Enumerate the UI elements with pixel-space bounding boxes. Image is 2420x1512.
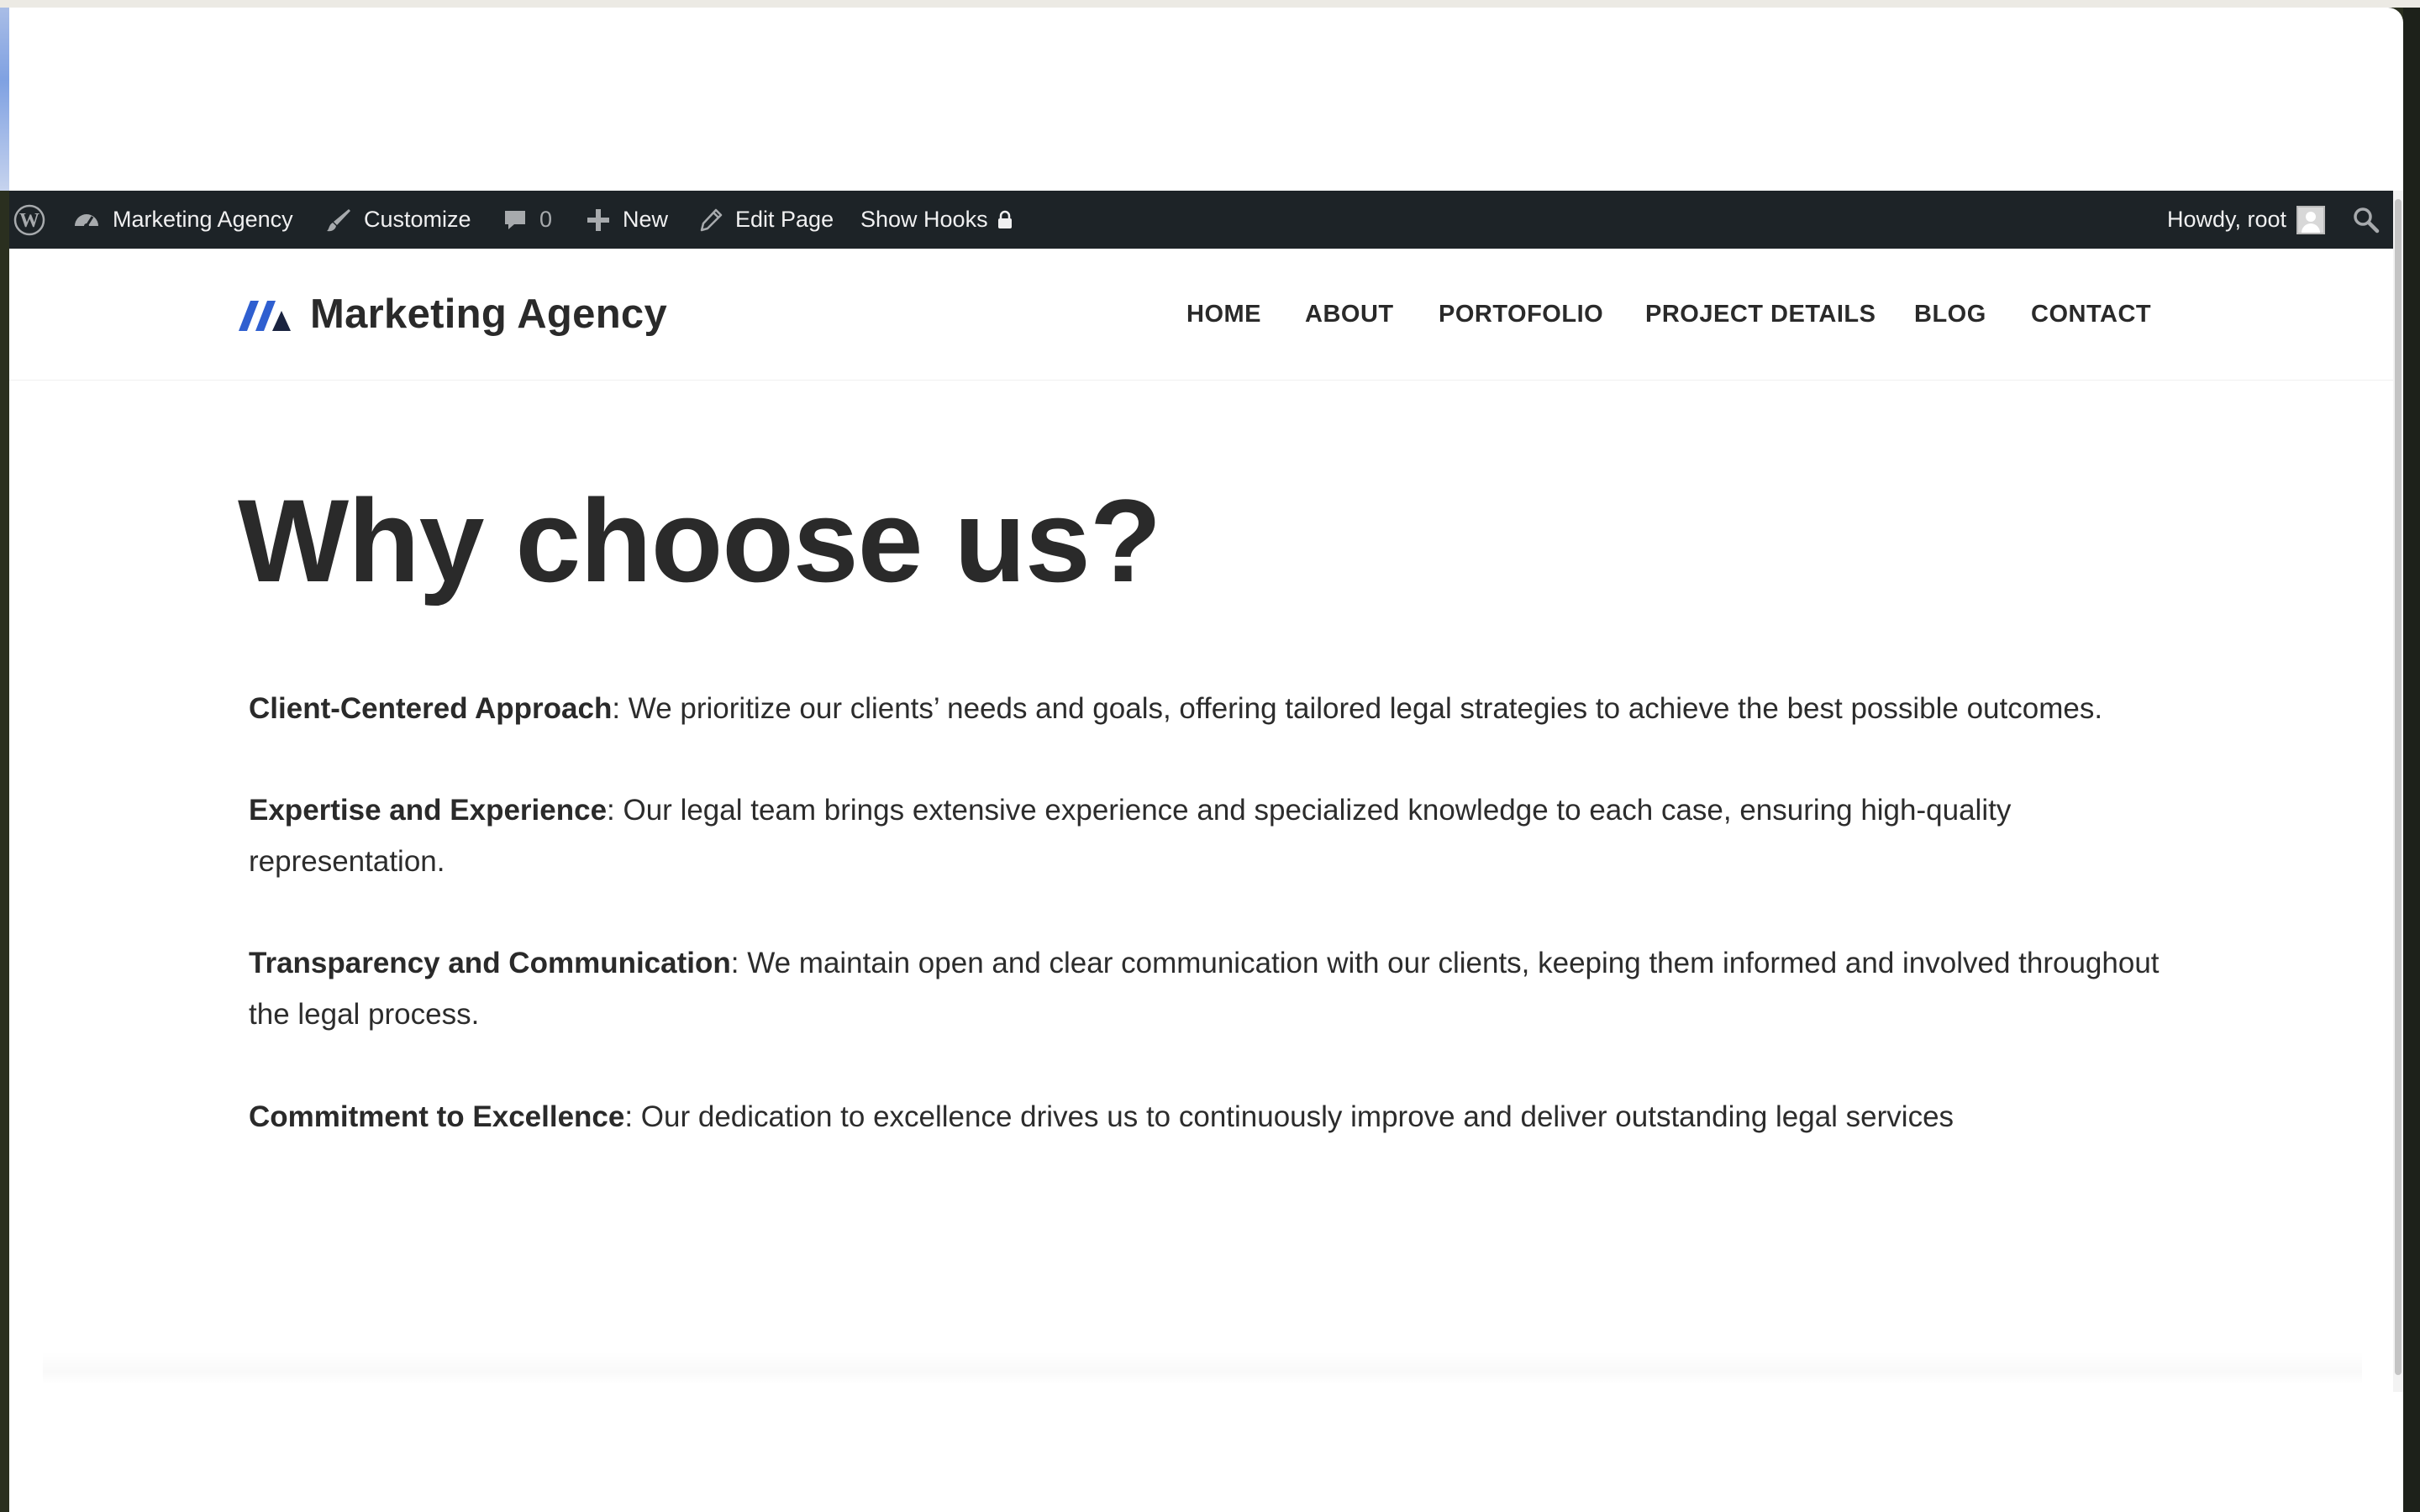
desktop-top-strip [0, 0, 2420, 8]
search-icon [2352, 206, 2381, 234]
nav-blog[interactable]: BLOG [1914, 301, 1986, 328]
nav-contact[interactable]: CONTACT [2031, 301, 2151, 328]
feature-paragraph: Transparency and Communication: We maint… [249, 937, 2181, 1040]
plus-icon [586, 207, 611, 233]
wp-logo-menu[interactable]: W [13, 191, 46, 249]
nav-project-details[interactable]: PROJECT DETAILS [1645, 301, 1876, 328]
page-scrollbar[interactable] [2393, 191, 2403, 1392]
wordpress-icon: W [13, 203, 46, 237]
feature-label: Transparency and Communication [249, 947, 731, 979]
scrollbar-thumb[interactable] [2395, 199, 2402, 1375]
new-label: New [623, 207, 669, 232]
avatar [2296, 205, 2326, 234]
pencil-icon [698, 207, 723, 233]
desktop-background-edge-right [2403, 8, 2420, 1512]
paintbrush-icon [325, 207, 352, 234]
lock-icon [997, 210, 1013, 230]
new-content-menu[interactable]: New [586, 191, 668, 249]
show-hooks-label: Show Hooks [860, 207, 988, 232]
feature-text: : Our dedication to excellence drives us… [624, 1100, 1954, 1133]
nav-about[interactable]: ABOUT [1305, 301, 1394, 328]
desktop-background-edge [0, 8, 9, 191]
site-name-menu[interactable]: Marketing Agency [72, 191, 293, 249]
browser-window: W Marketing Agency Customize 0 New Edit … [9, 8, 2403, 1512]
comments-count: 0 [539, 207, 553, 232]
feature-paragraph: Client-Centered Approach: We prioritize … [249, 683, 2181, 734]
customize-label: Customize [364, 207, 471, 232]
comment-bubble-icon [502, 207, 528, 233]
show-hooks-link[interactable]: Show Hooks [860, 191, 1013, 249]
site-header: Marketing Agency HOME ABOUT PORTOFOLIO P… [9, 249, 2393, 381]
feature-label: Expertise and Experience [249, 794, 608, 827]
nav-home[interactable]: HOME [1186, 301, 1261, 328]
site-name-label: Marketing Agency [113, 207, 293, 232]
feature-paragraph: Expertise and Experience: Our legal team… [249, 785, 2181, 887]
site-logo[interactable] [239, 297, 292, 331]
svg-text:W: W [19, 210, 39, 232]
edit-page-label: Edit Page [735, 207, 834, 232]
wp-admin-bar: W Marketing Agency Customize 0 New Edit … [9, 191, 2403, 249]
page-title: Why choose us? [238, 475, 1161, 606]
feature-label: Commitment to Excellence [249, 1100, 625, 1133]
feature-text: : We prioritize our clients’ needs and g… [612, 692, 2103, 725]
feature-label: Client-Centered Approach [249, 692, 613, 725]
feature-paragraph: Commitment to Excellence: Our dedication… [249, 1091, 2181, 1142]
howdy-label: Howdy, root [2167, 207, 2287, 232]
comments-link[interactable]: 0 [502, 191, 552, 249]
customize-link[interactable]: Customize [325, 191, 471, 249]
nav-portofolio[interactable]: PORTOFOLIO [1439, 301, 1603, 328]
site-title[interactable]: Marketing Agency [310, 291, 667, 338]
my-account-menu[interactable]: Howdy, root [2167, 191, 2326, 249]
dashboard-icon [72, 206, 101, 234]
admin-search-button[interactable] [2352, 191, 2381, 249]
section-divider-shadow [43, 1352, 2362, 1385]
edit-page-link[interactable]: Edit Page [698, 191, 834, 249]
